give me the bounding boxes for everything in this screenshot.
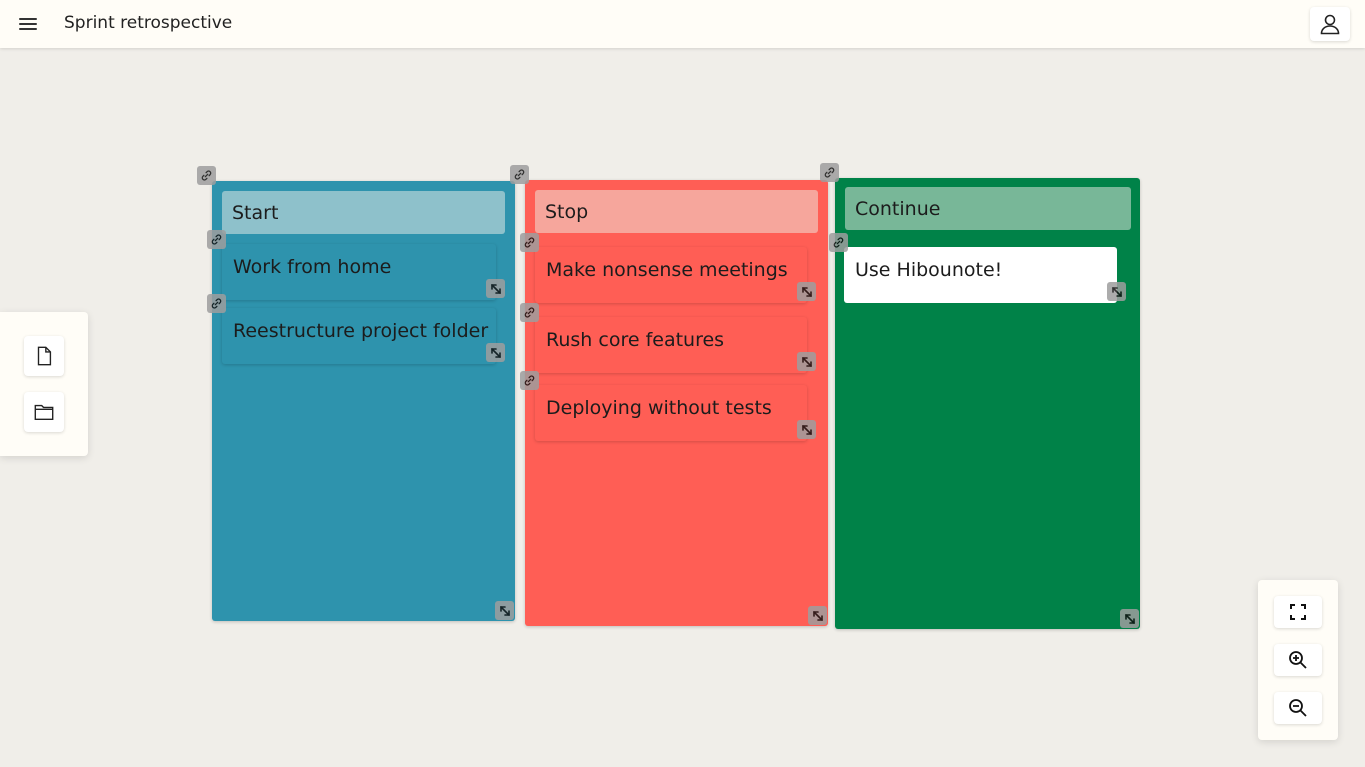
resize-icon[interactable] bbox=[1120, 609, 1139, 628]
sticky-note[interactable]: Rush core features bbox=[535, 317, 816, 373]
document-title[interactable]: Sprint retrospective bbox=[64, 13, 232, 33]
board-column-stop[interactable]: Stop Make nonsense meetings Rush core feat… bbox=[510, 165, 828, 626]
link-icon[interactable] bbox=[520, 371, 539, 390]
zoom-in-icon bbox=[1289, 651, 1307, 669]
zoom-in-button[interactable] bbox=[1274, 644, 1322, 676]
link-icon[interactable] bbox=[207, 230, 226, 249]
link-icon[interactable] bbox=[207, 294, 226, 313]
zoom-out-icon bbox=[1289, 699, 1307, 717]
sticky-note[interactable]: Reestructure project folder bbox=[222, 308, 505, 364]
fullscreen-icon bbox=[1290, 604, 1306, 620]
zoom-out-button[interactable] bbox=[1274, 692, 1322, 724]
link-icon[interactable] bbox=[520, 233, 539, 252]
new-file-icon bbox=[37, 346, 52, 366]
column-title[interactable]: Start bbox=[222, 191, 505, 234]
open-folder-icon bbox=[34, 404, 54, 421]
column-title[interactable]: Stop bbox=[535, 190, 818, 233]
resize-icon[interactable] bbox=[797, 352, 816, 371]
link-icon[interactable] bbox=[520, 303, 539, 322]
sticky-note[interactable]: Deploying without tests bbox=[535, 385, 816, 441]
sticky-note[interactable]: Work from home bbox=[222, 244, 505, 300]
resize-icon[interactable] bbox=[797, 420, 816, 439]
board-column-start[interactable]: Start Work from home Reestructure project … bbox=[197, 166, 515, 621]
column-title[interactable]: Continue bbox=[845, 187, 1131, 230]
hamburger-menu-icon[interactable] bbox=[14, 10, 42, 38]
top-bar: Sprint retrospective bbox=[0, 0, 1365, 48]
sticky-note[interactable]: Use Hibounote! bbox=[844, 247, 1126, 303]
link-icon[interactable] bbox=[510, 165, 529, 184]
resize-icon[interactable] bbox=[495, 601, 514, 620]
user-button[interactable] bbox=[1310, 7, 1350, 41]
resize-icon[interactable] bbox=[486, 279, 505, 298]
resize-icon[interactable] bbox=[486, 343, 505, 362]
board-column-continue[interactable]: Continue Use Hibounote! bbox=[820, 163, 1140, 629]
file-tools-panel bbox=[0, 312, 88, 456]
link-icon[interactable] bbox=[829, 233, 848, 252]
link-icon[interactable] bbox=[820, 163, 839, 182]
link-icon[interactable] bbox=[197, 166, 216, 185]
user-icon bbox=[1320, 14, 1340, 35]
sticky-note[interactable]: Make nonsense meetings bbox=[535, 247, 816, 303]
resize-icon[interactable] bbox=[797, 282, 816, 301]
resize-icon[interactable] bbox=[1107, 282, 1126, 301]
new-file-button[interactable] bbox=[24, 336, 64, 376]
fullscreen-button[interactable] bbox=[1274, 596, 1322, 628]
zoom-controls-panel bbox=[1258, 580, 1338, 740]
open-folder-button[interactable] bbox=[24, 392, 64, 432]
resize-icon[interactable] bbox=[808, 606, 827, 625]
